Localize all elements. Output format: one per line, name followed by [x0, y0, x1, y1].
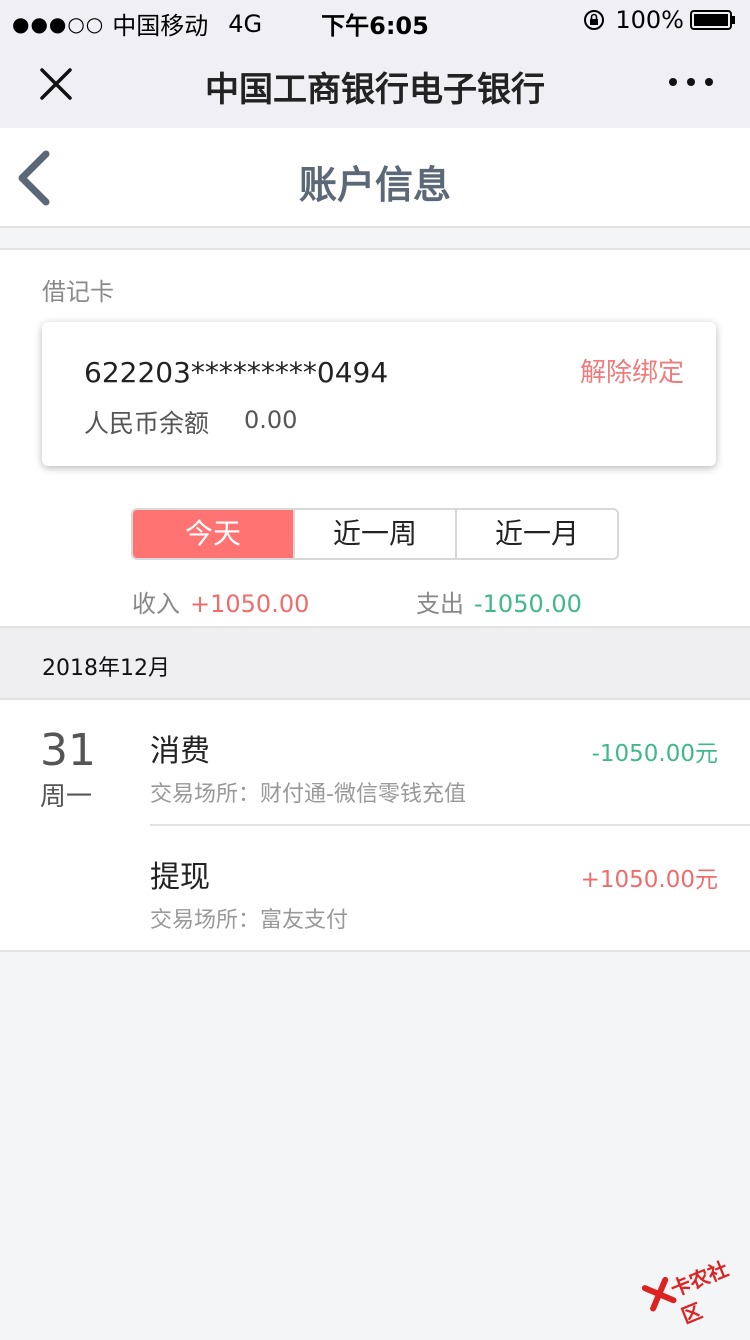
card-number: 622203*********0494: [84, 356, 388, 389]
rotation-lock-icon: [583, 9, 605, 31]
transaction-place: 交易场所：财付通-微信零钱充值: [150, 776, 466, 808]
income-label: 收入: [132, 590, 180, 618]
expense-label: 支出: [416, 590, 464, 618]
battery-icon: [690, 10, 736, 30]
battery-percent: 100%: [615, 6, 684, 34]
debit-card: 622203*********0494 解除绑定 人民币余额 0.00: [42, 322, 716, 466]
expense-summary: 支出 -1050.00: [416, 584, 582, 619]
income-summary: 收入 +1050.00: [132, 584, 309, 619]
tab-month[interactable]: 近一月: [455, 510, 617, 558]
balance-label: 人民币余额: [84, 404, 209, 440]
period-selector: 今天 近一周 近一月: [131, 508, 619, 560]
tab-week[interactable]: 近一周: [293, 510, 455, 558]
transaction-amount: +1050.00元: [581, 860, 718, 894]
income-value: +1050.00: [190, 590, 309, 618]
unbind-button[interactable]: 解除绑定: [580, 352, 684, 389]
page-header: 账户信息: [0, 128, 750, 228]
date-day: 31: [40, 726, 96, 776]
watermark-logo: 卡农社区: [634, 1235, 749, 1328]
card-type-label: 借记卡: [42, 272, 114, 307]
webview-nav-bar: 中国工商银行电子银行: [0, 40, 750, 128]
transaction-group: 31 周一 消费 交易场所：财付通-微信零钱充值 -1050.00元 提现 交易…: [0, 700, 750, 952]
watermark-text: 卡农社区: [666, 1248, 750, 1329]
more-icon[interactable]: [668, 70, 714, 94]
transaction-type: 消费: [150, 726, 210, 770]
expense-value: -1050.00: [474, 590, 582, 618]
transaction-type: 提现: [150, 852, 210, 896]
balance-value: 0.00: [244, 406, 297, 434]
transaction-row[interactable]: 提现 交易场所：富友支付 +1050.00元: [150, 826, 750, 952]
date-weekday: 周一: [40, 776, 96, 813]
tab-today[interactable]: 今天: [133, 510, 293, 558]
account-section: 借记卡 622203*********0494 解除绑定 人民币余额 0.00 …: [0, 248, 750, 628]
webview-title: 中国工商银行电子银行: [0, 62, 750, 111]
status-bar: ●●●○○ 中国移动 4G 下午6:05 100%: [0, 0, 750, 40]
date-column: 31 周一: [40, 726, 96, 813]
month-header: 2018年12月: [0, 628, 750, 700]
status-right: 100%: [583, 6, 736, 34]
month-label: 2018年12月: [42, 650, 170, 682]
transaction-row[interactable]: 消费 交易场所：财付通-微信零钱充值 -1050.00元: [150, 700, 750, 826]
transaction-amount: -1050.00元: [592, 734, 718, 768]
page-title: 账户信息: [0, 154, 750, 209]
transaction-place: 交易场所：富友支付: [150, 902, 348, 934]
